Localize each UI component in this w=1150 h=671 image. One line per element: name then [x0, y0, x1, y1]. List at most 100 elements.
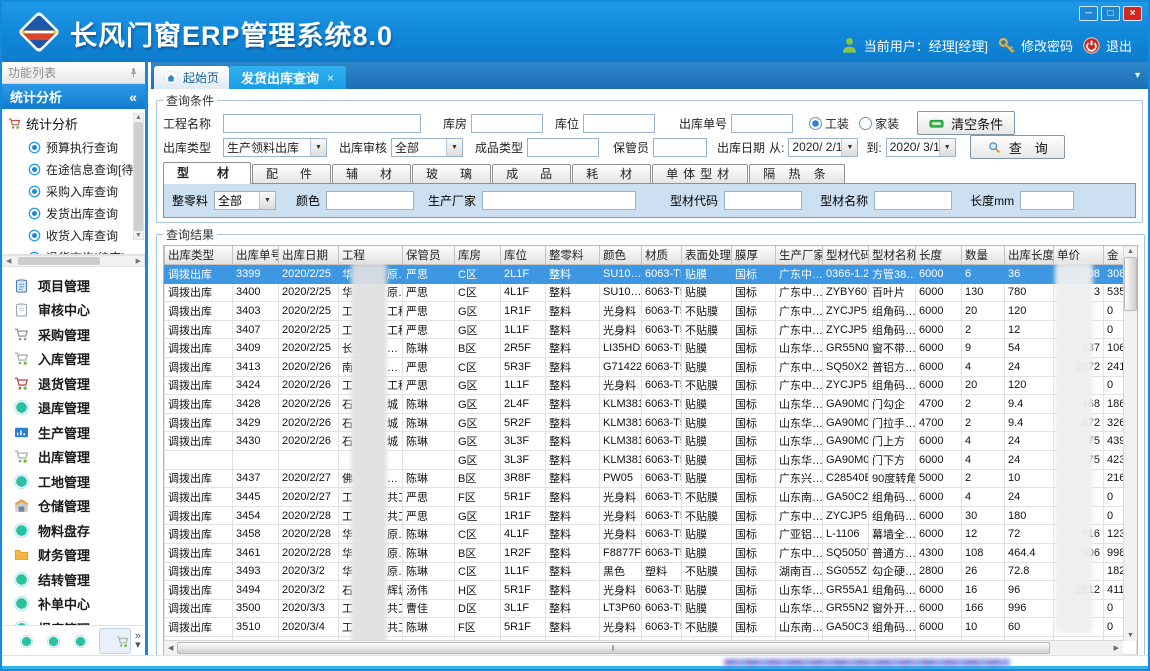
column-header-13[interactable]: 型材代码	[823, 246, 869, 265]
sidebar-item-2[interactable]: 采购管理	[2, 322, 145, 347]
tab-shipping-outbound-query[interactable]: 发货出库查询 ×	[229, 66, 346, 89]
audit-select[interactable]: 全部▼	[391, 138, 463, 157]
table-row[interactable]: 调拨出库34242020/2/26工工程严思G区1L1F整料光身料6063-T5…	[165, 376, 1137, 395]
column-header-3[interactable]: 工程	[339, 246, 403, 265]
tree-horizontal-scrollbar[interactable]: ◀▶	[2, 255, 145, 267]
tree-item-5[interactable]: 退货查询[待定]	[8, 246, 131, 255]
column-header-16[interactable]: 数量	[962, 246, 1005, 265]
sidebar-item-9[interactable]: 仓储管理	[2, 494, 145, 519]
length-input[interactable]	[1020, 191, 1074, 210]
order-no-input[interactable]	[731, 114, 793, 133]
table-row[interactable]: 调拨出库34282020/2/26石城陈琳G区2L4F整料KLM38176063…	[165, 395, 1137, 414]
column-header-12[interactable]: 生产厂家	[776, 246, 823, 265]
column-header-0[interactable]: 出库类型	[165, 246, 233, 265]
column-header-7[interactable]: 整零料	[546, 246, 600, 265]
collapse-icon[interactable]: «	[129, 89, 137, 105]
column-header-4[interactable]: 保管员	[403, 246, 455, 265]
project-name-input[interactable]	[223, 114, 421, 133]
radio-gongzhuang[interactable]: 工装	[809, 115, 849, 132]
profile-code-input[interactable]	[724, 191, 802, 210]
table-row[interactable]: 调拨出库34942020/3/2石辉城汤伟H区5R1F整料光身料6063-T5贴…	[165, 581, 1137, 600]
sidebar-item-7[interactable]: 出库管理	[2, 445, 145, 470]
table-row[interactable]: 调拨出库34092020/2/25长…陈琳B区2R5F整料LI35HD6063-…	[165, 339, 1137, 358]
sidebar-item-3[interactable]: 入库管理	[2, 347, 145, 372]
profile-name-input[interactable]	[874, 191, 952, 210]
column-header-5[interactable]: 库房	[455, 246, 501, 265]
table-row[interactable]: 调拨出库34302020/2/26石城陈琳G区3L3F整料KLM38176063…	[165, 432, 1137, 451]
tree-vertical-scrollbar[interactable]: ▲▼	[133, 113, 144, 240]
outbound-type-select[interactable]: 生产领料出库▼	[223, 138, 327, 157]
material-tab-7[interactable]: 隔 热 条	[749, 164, 845, 184]
dot-teal-icon[interactable]	[47, 635, 60, 648]
sidebar-item-4[interactable]: 退货管理	[2, 371, 145, 396]
column-header-14[interactable]: 型材名称	[869, 246, 916, 265]
radio-jiazhuang[interactable]: 家装	[859, 115, 899, 132]
table-row[interactable]: 调拨出库33992020/2/25华原…严思C区2L1F整料SU10…6063-…	[165, 265, 1137, 284]
table-row[interactable]: 调拨出库34932020/3/2华原…陈琳C区1L1F整料黑色塑料不贴膜国标湖南…	[165, 562, 1137, 581]
location-input[interactable]	[583, 114, 655, 133]
table-row[interactable]: 调拨出库34002020/2/25华原…严思C区4L1F整料SU10…6063-…	[165, 283, 1137, 302]
change-password-link[interactable]: 修改密码	[998, 36, 1073, 55]
sidebar-item-12[interactable]: 结转管理	[2, 567, 145, 592]
sidebar-item-6[interactable]: 生产管理	[2, 420, 145, 445]
dot-teal-icon[interactable]	[74, 635, 87, 648]
column-header-2[interactable]: 出库日期	[279, 246, 339, 265]
sidebar-item-5[interactable]: 退库管理	[2, 396, 145, 421]
pin-icon[interactable]	[128, 67, 139, 78]
sidebar-item-13[interactable]: 补单中心	[2, 592, 145, 617]
sidebar-item-0[interactable]: 项目管理	[2, 273, 145, 298]
tab-close-icon[interactable]: ×	[327, 71, 334, 85]
table-row[interactable]: 调拨出库34292020/2/26石城陈琳G区5R2F整料KLM38176063…	[165, 413, 1137, 432]
column-header-11[interactable]: 膜厚	[732, 246, 776, 265]
sidebar-item-8[interactable]: 工地管理	[2, 469, 145, 494]
column-header-18[interactable]: 单价	[1054, 246, 1104, 265]
tree-root[interactable]: 统计分析	[8, 114, 131, 133]
table-row[interactable]: 调拨出库34452020/2/27工共工程严思F区5R1F整料光身料6063-T…	[165, 488, 1137, 507]
material-tab-6[interactable]: 单体型材	[652, 164, 748, 184]
column-header-10[interactable]: 表面处理	[682, 246, 732, 265]
sidebar-item-1[interactable]: 审核中心	[2, 298, 145, 323]
dot-teal-icon[interactable]	[20, 635, 33, 648]
table-row[interactable]: 调拨出库35002020/3/3工共工程曹佳D区3L1F整料LT3P606063…	[165, 599, 1137, 618]
material-tab-0[interactable]: 型 材	[163, 162, 251, 184]
table-row[interactable]: G区3L3F整料KLM38176063-T5贴膜国标山东华…GA90M09…门下…	[165, 450, 1137, 469]
table-row[interactable]: 调拨出库34072020/2/25工工程严思G区1L1F整料光身料6063-T5…	[165, 320, 1137, 339]
date-to-select[interactable]: 2020/ 3/16▼	[886, 138, 956, 157]
product-type-input[interactable]	[527, 138, 599, 157]
sidebar-group-statistics[interactable]: 统计分析 «	[2, 84, 145, 109]
table-row[interactable]: 调拨出库34372020/2/27佛…陈琳B区3R8F整料PW056063-T5…	[165, 469, 1137, 488]
whole-part-select[interactable]: 全部▼	[214, 191, 276, 210]
material-tab-1[interactable]: 配 件	[252, 164, 331, 184]
tree-item-1[interactable]: 在途信息查询[待	[8, 158, 131, 180]
sidebar-item-10[interactable]: 物料盘存	[2, 518, 145, 543]
table-row[interactable]: 调拨出库34542020/2/28工共工程严思G区1R1F整料光身料6063-T…	[165, 506, 1137, 525]
column-header-6[interactable]: 库位	[501, 246, 546, 265]
logout-button[interactable]: 退出	[1083, 36, 1132, 55]
clear-conditions-button[interactable]: 清空条件	[917, 111, 1015, 135]
grid-vertical-scrollbar[interactable]: ▲▼	[1123, 246, 1137, 641]
minimize-button[interactable]: ─	[1079, 6, 1098, 21]
table-row[interactable]: 调拨出库34032020/2/25工工程严思G区1R1F整料光身料6063-T5…	[165, 302, 1137, 321]
column-header-15[interactable]: 长度	[916, 246, 962, 265]
cart-shortcut-button[interactable]	[99, 628, 131, 654]
column-header-17[interactable]: 出库长度	[1005, 246, 1054, 265]
date-from-select[interactable]: 2020/ 2/16▼	[788, 138, 858, 157]
column-header-1[interactable]: 出库单号	[233, 246, 279, 265]
tab-overflow-icon[interactable]: ▼	[1133, 70, 1142, 80]
sidebar-item-14[interactable]: 报废管理	[2, 616, 145, 625]
material-tab-4[interactable]: 成 品	[492, 164, 571, 184]
sidebar-more-button[interactable]: »▾	[135, 632, 141, 650]
material-tab-2[interactable]: 辅 材	[332, 164, 411, 184]
keeper-input[interactable]	[653, 138, 707, 157]
maximize-button[interactable]: □	[1101, 6, 1120, 21]
tree-item-4[interactable]: 收货入库查询	[8, 224, 131, 246]
material-tab-3[interactable]: 玻 璃	[412, 164, 491, 184]
tree-item-3[interactable]: 发货出库查询	[8, 202, 131, 224]
column-header-9[interactable]: 材质	[642, 246, 682, 265]
color-input[interactable]	[326, 191, 414, 210]
table-row[interactable]: 调拨出库35102020/3/4工共工程陈琳F区5R1F整料光身料6063-T5…	[165, 618, 1137, 637]
material-tab-5[interactable]: 耗 材	[572, 164, 651, 184]
tree-item-2[interactable]: 采购入库查询	[8, 180, 131, 202]
close-button[interactable]: ×	[1123, 6, 1142, 21]
warehouse-input[interactable]	[471, 114, 543, 133]
